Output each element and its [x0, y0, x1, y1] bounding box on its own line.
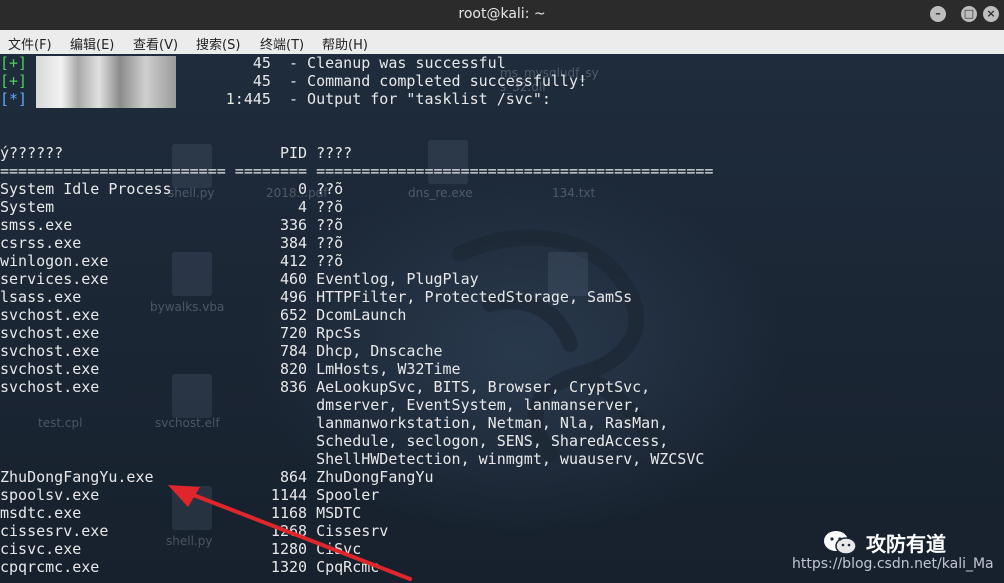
menu-edit[interactable]: 编辑(E) [70, 34, 114, 53]
minimize-button[interactable]: – [930, 6, 946, 22]
watermark-url: https://blog.csdn.net/kali_Ma [792, 556, 994, 572]
maximize-button[interactable]: □ [961, 6, 977, 22]
menu-file[interactable]: 文件(F) [8, 34, 52, 53]
menu-view[interactable]: 查看(V) [133, 34, 178, 53]
status-prefix: [*] [0, 90, 28, 108]
menu-bar: 文件(F) 编辑(E) 查看(V) 搜索(S) 终端(T) 帮助(H) [0, 30, 1004, 54]
watermark-logo-text: 攻防有道 [866, 532, 946, 556]
redacted-ip-block [36, 56, 176, 108]
menu-help[interactable]: 帮助(H) [322, 34, 368, 53]
window-title: root@kali: ~ [458, 6, 546, 22]
menu-terminal[interactable]: 终端(T) [260, 34, 304, 53]
wechat-icon [824, 530, 857, 555]
terminal-view[interactable]: shell.py bywalks.vba test.cpl svchost.el… [0, 54, 1004, 583]
menu-search[interactable]: 搜索(S) [196, 34, 240, 53]
watermark-logo: 攻防有道 [822, 528, 946, 557]
red-arrow-annotation [168, 485, 412, 581]
close-button[interactable]: × [983, 6, 999, 22]
watermark-url-text: https://blog.csdn.net/kali_Ma [792, 556, 994, 572]
status-prefix: [+] [0, 54, 28, 72]
status-prefix: [+] [0, 72, 28, 90]
title-bar: root@kali: ~ – □ × [0, 0, 1004, 30]
